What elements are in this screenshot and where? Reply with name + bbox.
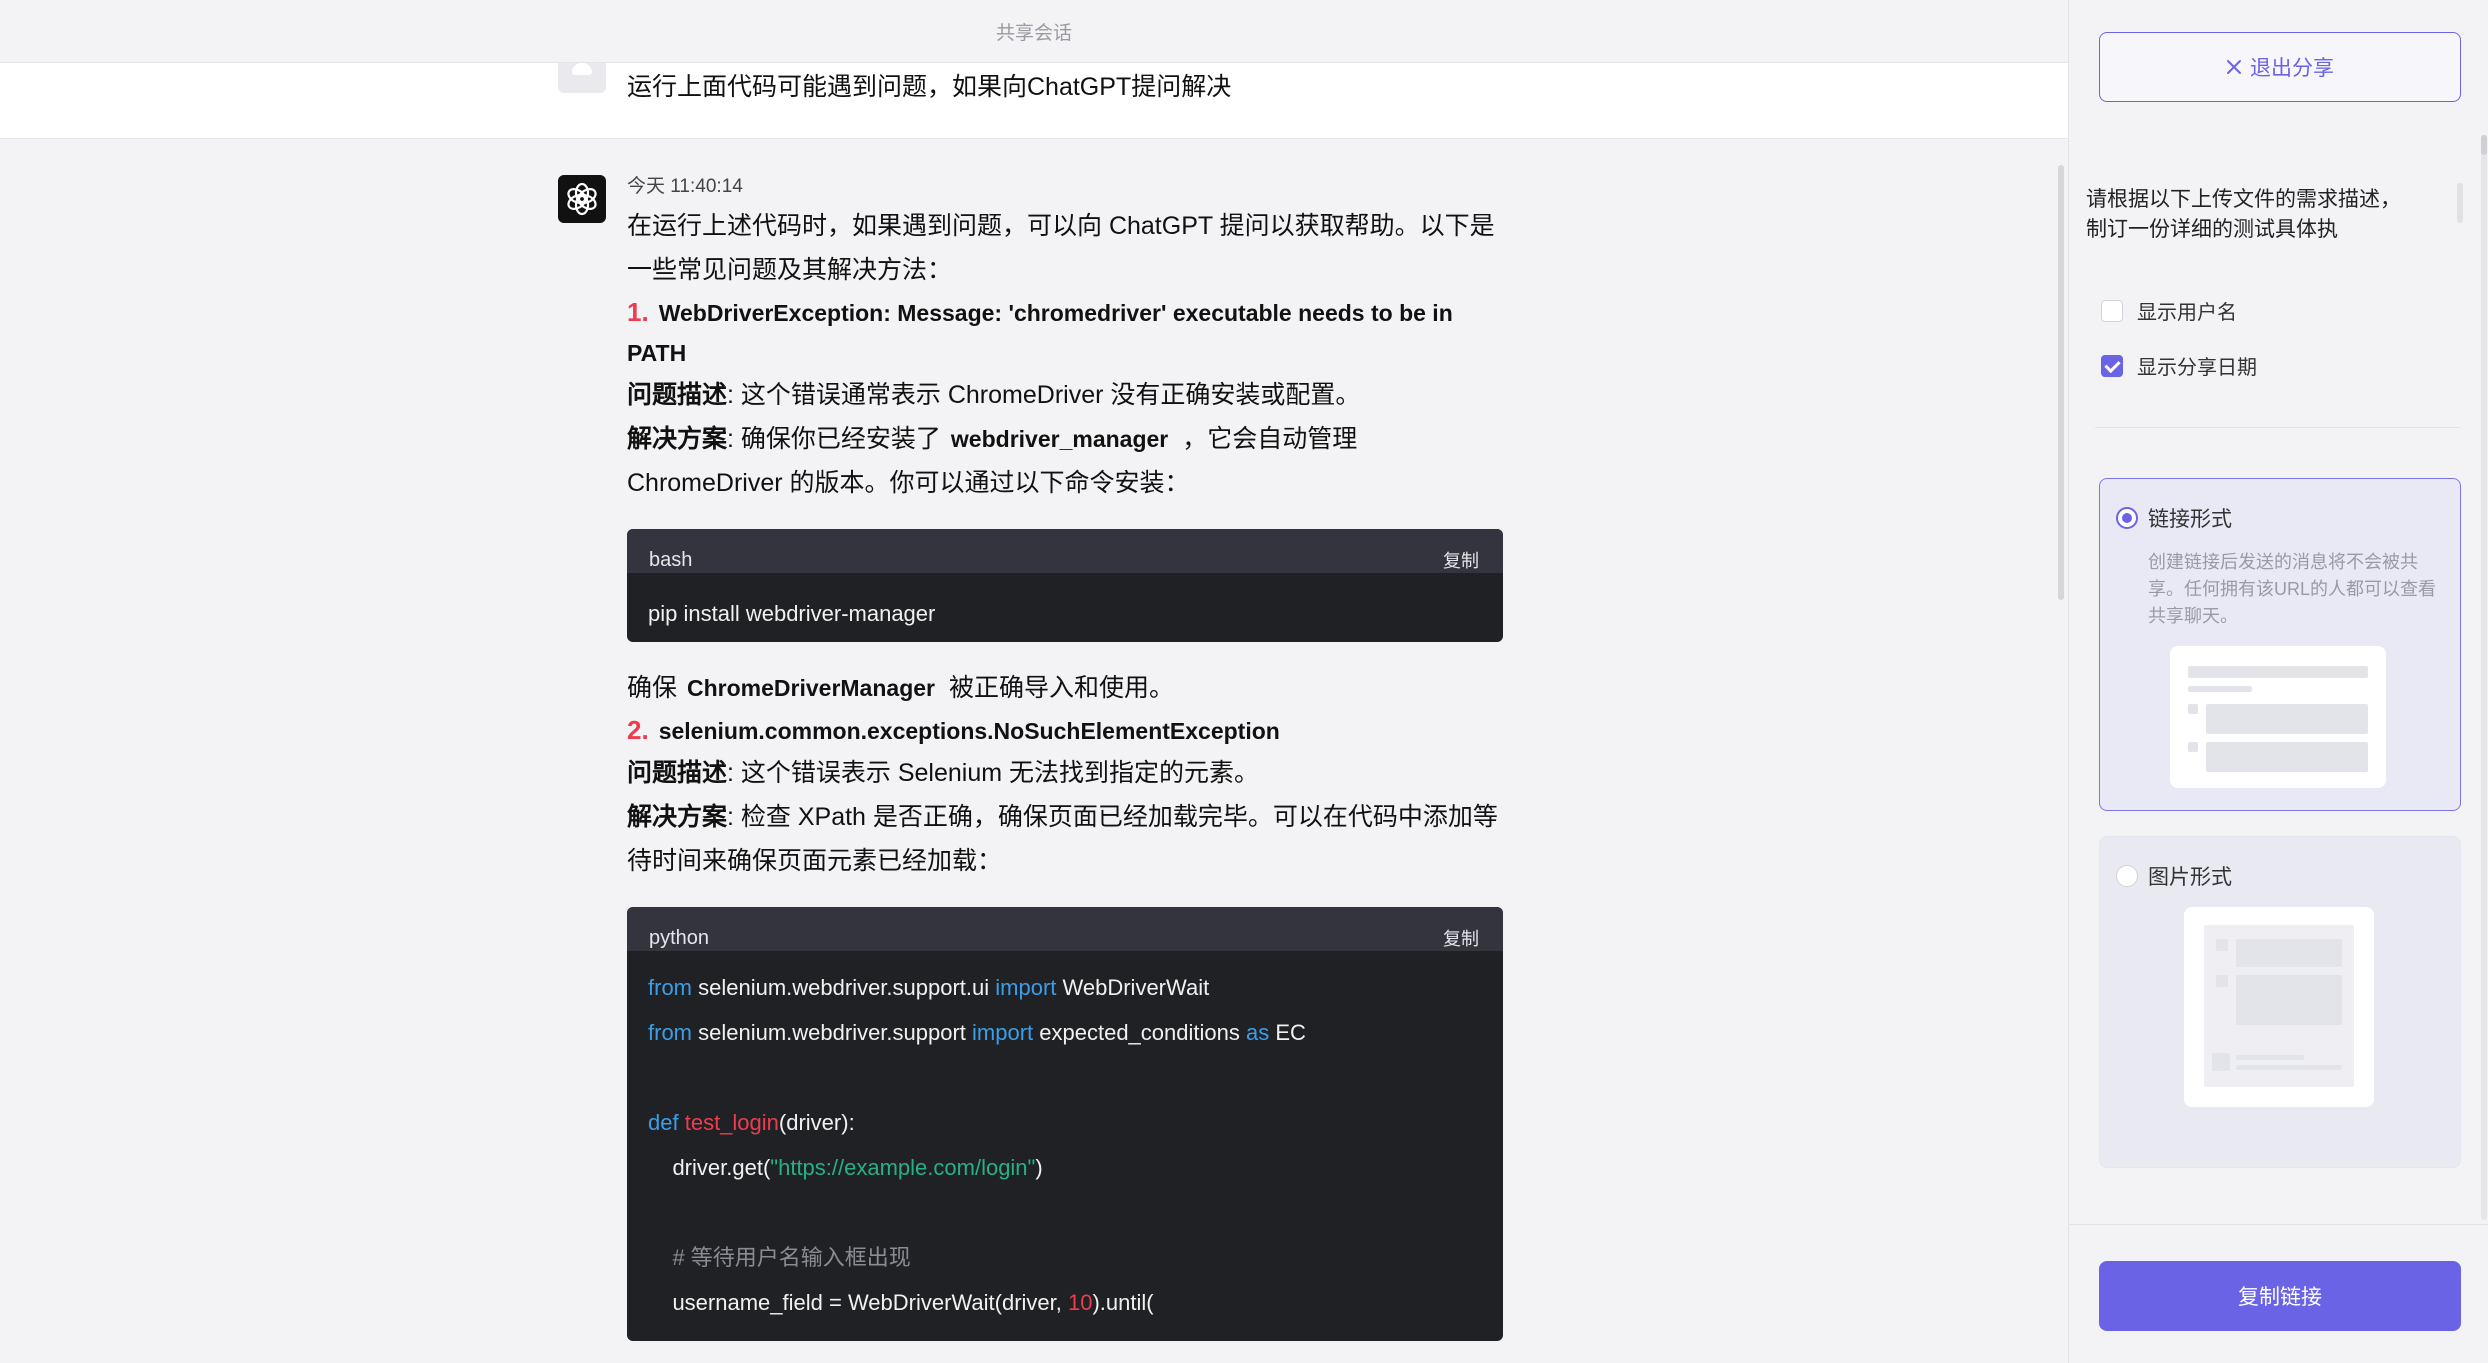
note-prefix: 确保 <box>627 674 678 702</box>
show-username-label: 显示用户名 <box>2137 302 2237 324</box>
code-header: bash 复制 <box>627 529 1503 573</box>
exit-share-button[interactable]: 退出分享 <box>2099 32 2461 102</box>
exit-share-label: 退出分享 <box>2250 57 2334 80</box>
close-icon <box>2227 60 2241 74</box>
image-mode-radio[interactable] <box>2116 865 2138 887</box>
code-text: WebDriverWait <box>1056 975 1210 1000</box>
show-date-checkbox[interactable] <box>2101 354 2123 377</box>
link-preview-illustration <box>2170 646 2386 788</box>
after-code-note: 确保 ChromeDriverManager 被正确导入和使用。 <box>627 666 1503 710</box>
share-panel: 退出分享 请根据以下上传文件的需求描述，制订一份详细的测试具体执 显示用户名 显… <box>2068 0 2488 1363</box>
issue-1-solution: 解决方案: 确保你已经安装了 webdriver_manager ，它会自动管理 C… <box>627 417 1503 505</box>
solution-label: 解决方案 <box>627 803 728 831</box>
divider <box>2095 427 2460 428</box>
show-date-label: 显示分享日期 <box>2137 357 2257 379</box>
code-line: driver.get("https://example.com/login") <box>648 1145 1482 1190</box>
code-text: selenium.webdriver.support <box>692 1020 973 1045</box>
top-bar: 共享会话 <box>0 0 2068 63</box>
number-literal: 10 <box>1067 1290 1093 1315</box>
desc-text: : 这个错误表示 Selenium 无法找到指定的元素。 <box>727 759 1260 787</box>
code-text: username_field = WebDriverWait(driver, <box>648 1290 1068 1315</box>
issue-2-description: 问题描述: 这个错误表示 Selenium 无法找到指定的元素。 <box>627 751 1503 795</box>
link-mode-option[interactable]: 链接形式 创建链接后发送的消息将不会被共享。任何拥有该URL的人都可以查看共享聊… <box>2099 478 2461 811</box>
note-suffix: 被正确导入和使用。 <box>948 674 1174 702</box>
keyword: as <box>1245 1020 1270 1045</box>
image-preview-illustration <box>2184 907 2374 1107</box>
code-text: ) <box>1035 1155 1043 1180</box>
issue-2-title: 2. selenium.common.exceptions.NoSuchEleme… <box>627 710 1503 751</box>
issue-2-solution: 解决方案: 检查 XPath 是否正确，确保页面已经加载完毕。可以在代码中添加等… <box>627 795 1503 883</box>
code-text: ).until( <box>1092 1290 1154 1315</box>
message-timestamp: 今天 11:40:14 <box>627 176 743 197</box>
keyword: def <box>648 1110 679 1135</box>
code-content: pip install webdriver-manager <box>648 601 936 626</box>
code-line: # 等待用户名输入框出现 <box>648 1235 1482 1280</box>
keyword: from <box>648 1020 692 1045</box>
code-language: bash <box>649 549 693 571</box>
copy-code-button[interactable]: 复制 <box>1443 917 1479 961</box>
keyword: import <box>972 1020 1034 1045</box>
keyword: import <box>995 975 1057 1000</box>
desc-label: 问题描述 <box>627 759 728 787</box>
show-username-checkbox[interactable] <box>2101 299 2123 322</box>
link-mode-radio[interactable] <box>2116 507 2138 529</box>
code-comment: # 等待用户名输入框出现 <box>648 1245 911 1270</box>
user-message-text: 运行上面代码可能遇到问题，如果向ChatGPT提问解决 <box>627 73 1232 101</box>
code-text: selenium.webdriver.support.ui <box>692 975 996 1000</box>
string-literal: "https://example.com/login" <box>770 1155 1036 1180</box>
desc-text: : 这个错误通常表示 ChromeDriver 没有正确安装或配置。 <box>727 381 1361 409</box>
keyword: from <box>648 975 692 1000</box>
issue-1-title: 1. WebDriverException: Message: 'chromedr… <box>627 292 1503 373</box>
code-text: expected_conditions <box>1033 1020 1246 1045</box>
inline-code: webdriver_manager <box>950 426 1169 452</box>
issue-2-number: 2. <box>627 715 649 745</box>
code-block-bash: bash 复制 pip install webdriver-manager <box>627 529 1503 642</box>
issue-1-description: 问题描述: 这个错误通常表示 ChromeDriver 没有正确安装或配置。 <box>627 373 1503 417</box>
link-mode-description: 创建链接后发送的消息将不会被共享。任何拥有该URL的人都可以查看共享聊天。 <box>2148 552 2437 626</box>
code-line: from selenium.webdriver.support import e… <box>648 1010 1482 1055</box>
image-mode-option[interactable]: 图片形式 <box>2099 836 2461 1168</box>
code-language: python <box>649 927 710 949</box>
page-title: 共享会话 <box>995 23 1072 44</box>
code-line: username_field = WebDriverWait(driver, 1… <box>648 1280 1482 1325</box>
chatgpt-logo-icon <box>558 175 606 223</box>
solution-text: : 确保你已经安装了 <box>727 425 941 453</box>
code-text: driver.get( <box>648 1155 771 1180</box>
message-intro: 在运行上述代码时，如果遇到问题，可以向 ChatGPT 提问以获取帮助。以下是一… <box>627 212 1495 284</box>
desc-label: 问题描述 <box>627 381 728 409</box>
code-header: python 复制 <box>627 907 1503 951</box>
issue-2-text: selenium.common.exceptions.NoSuchElement… <box>658 718 1280 744</box>
function-name: test_login <box>684 1110 779 1135</box>
solution-label: 解决方案 <box>627 425 728 453</box>
code-line: from selenium.webdriver.support.ui impor… <box>648 965 1482 1010</box>
issue-1-number: 1. <box>627 297 649 327</box>
assistant-message: 今天 11:40:14 在运行上述代码时，如果遇到问题，可以向 ChatGPT … <box>627 172 1503 1363</box>
panel-scrollbar[interactable] <box>2481 135 2487 1220</box>
issue-1-text: WebDriverException: Message: 'chromedriv… <box>627 300 1453 366</box>
divider <box>2069 1224 2488 1225</box>
chat-main: 共享会话 运行上面代码可能遇到问题，如果向ChatGPT提问解决 今天 11:4… <box>0 0 2068 1363</box>
code-block-python: python 复制 from selenium.webdriver.suppor… <box>627 907 1503 1341</box>
copy-code-button[interactable]: 复制 <box>1443 539 1479 583</box>
code-text: EC <box>1269 1020 1306 1045</box>
user-message: 运行上面代码可能遇到问题，如果向ChatGPT提问解决 <box>0 45 2068 139</box>
inline-code: ChromeDriverManager <box>687 675 935 701</box>
code-line: def test_login(driver): <box>648 1100 1482 1145</box>
image-mode-label: 图片形式 <box>2148 866 2232 889</box>
copy-link-button[interactable]: 复制链接 <box>2099 1261 2461 1331</box>
description-scrollbar[interactable] <box>2457 183 2463 223</box>
show-username-toggle[interactable]: 显示用户名 <box>2101 296 2237 325</box>
share-description: 请根据以下上传文件的需求描述，制订一份详细的测试具体执 <box>2086 188 2401 241</box>
solution-text: : 检查 XPath 是否正确，确保页面已经加载完毕。可以在代码中添加等待时间来… <box>627 803 1498 875</box>
link-mode-label: 链接形式 <box>2148 508 2232 531</box>
code-content: from selenium.webdriver.support.ui impor… <box>627 951 1503 1341</box>
chat-scrollbar[interactable] <box>2058 165 2064 600</box>
code-text: (driver): <box>778 1110 855 1135</box>
show-date-toggle[interactable]: 显示分享日期 <box>2101 351 2257 380</box>
